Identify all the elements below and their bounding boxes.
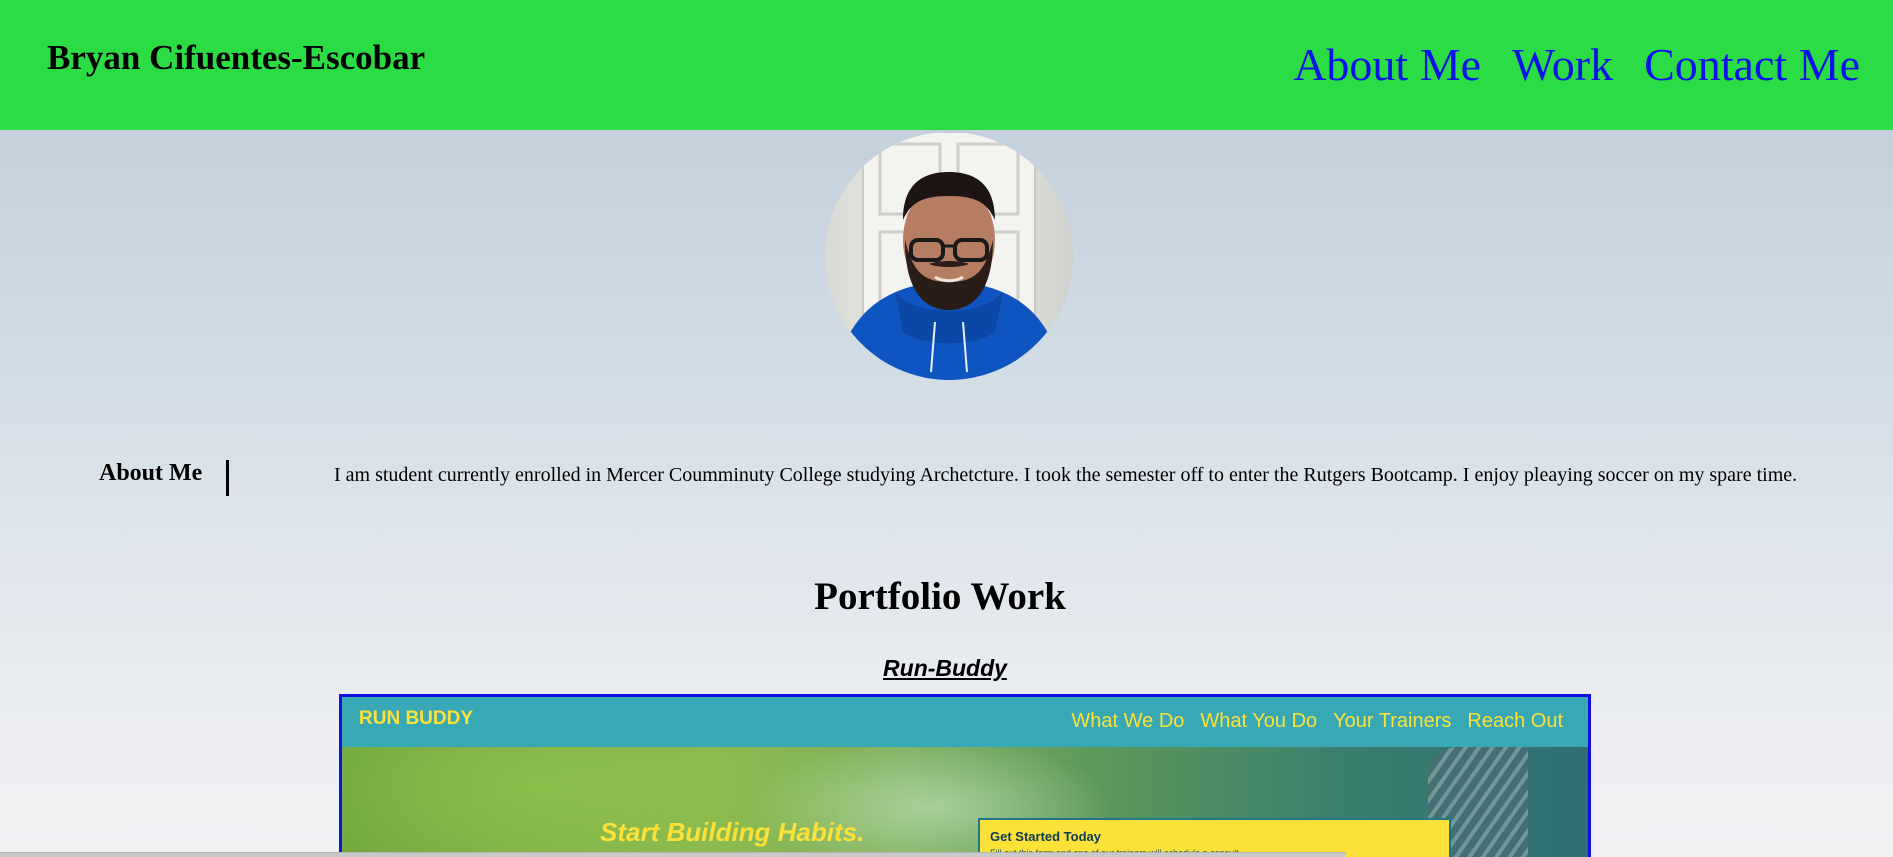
nav-link-about-me[interactable]: About Me xyxy=(1293,36,1481,94)
preview-nav-item: Your Trainers xyxy=(1333,710,1452,732)
preview-brand: RUN BUDDY xyxy=(359,708,473,729)
preview-hero: Start Building Habits. Get Started Today… xyxy=(342,747,1588,857)
project-link-run-buddy[interactable]: Run-Buddy xyxy=(0,655,1890,682)
site-header: Bryan Cifuentes-Escobar About Me Work Co… xyxy=(0,0,1893,130)
preview-nav-item: Reach Out xyxy=(1467,710,1563,732)
preview-form-title: Get Started Today xyxy=(990,829,1102,844)
project-preview-run-buddy[interactable]: RUN BUDDY What We Do What You Do Your Tr… xyxy=(339,694,1591,857)
about-divider xyxy=(226,460,229,496)
preview-tagline: Start Building Habits. xyxy=(600,817,865,847)
profile-photo-icon xyxy=(825,132,1073,380)
preview-nav: What We Do What You Do Your Trainers Rea… xyxy=(1071,710,1563,733)
portfolio-title: Portfolio Work xyxy=(814,575,1066,618)
about-text: I am student currently enrolled in Merce… xyxy=(334,464,1798,486)
preview-nav-item: What We Do xyxy=(1071,710,1185,732)
profile-avatar xyxy=(825,132,1073,380)
nav-link-work[interactable]: Work xyxy=(1512,36,1613,94)
about-heading: About Me xyxy=(99,460,203,486)
site-brand: Bryan Cifuentes-Escobar xyxy=(47,38,426,77)
main-nav: About Me Work Contact Me xyxy=(1293,36,1860,94)
horizontal-scrollbar[interactable] xyxy=(0,852,1346,857)
preview-nav-item: What You Do xyxy=(1200,710,1318,732)
nav-link-contact-me[interactable]: Contact Me xyxy=(1644,36,1860,94)
preview-header: RUN BUDDY What We Do What You Do Your Tr… xyxy=(342,697,1588,747)
